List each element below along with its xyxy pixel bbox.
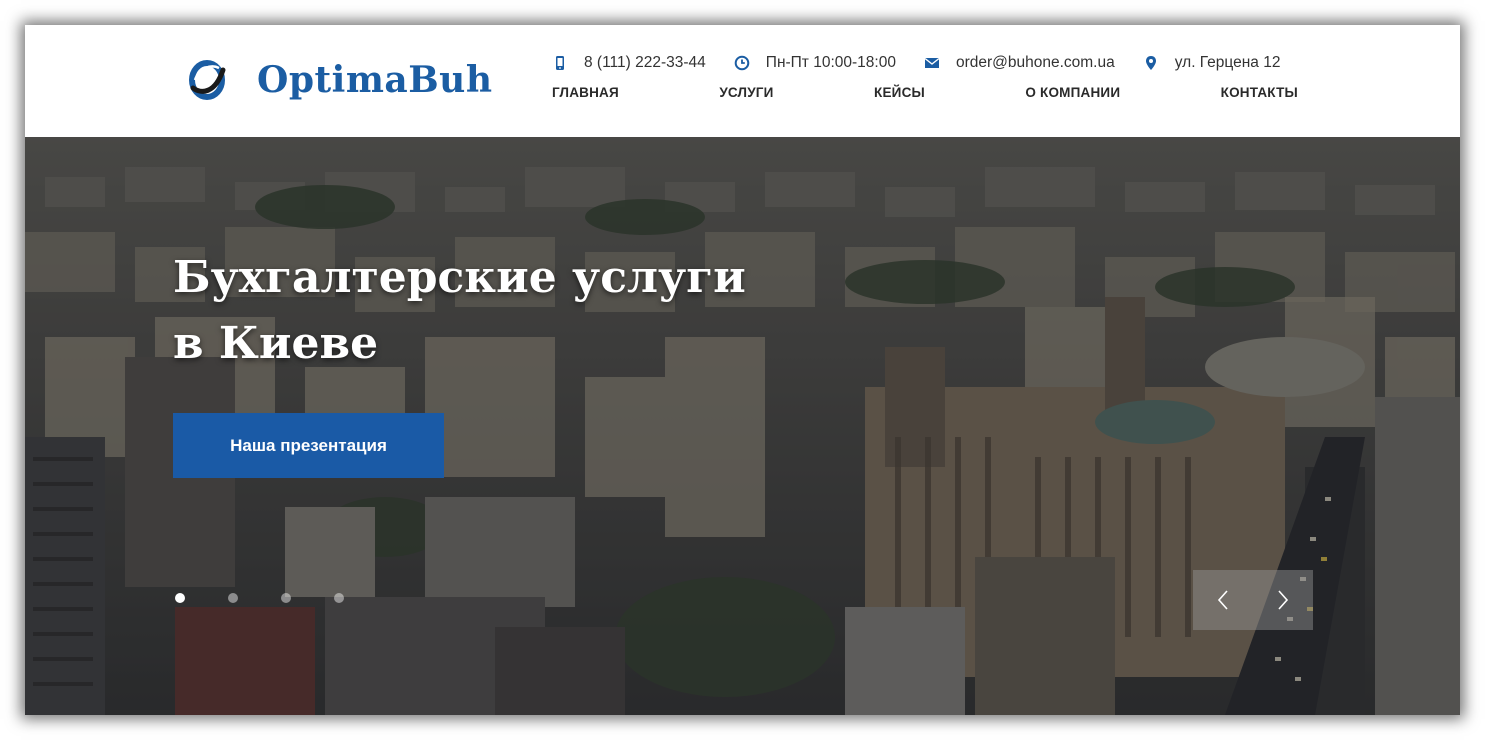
page-frame: OptimaBuh 8 (111) 222-33-44 Пн-Пт 10:00-…	[25, 25, 1460, 715]
slider-dot-4[interactable]	[334, 593, 344, 603]
address-contact[interactable]: ул. Герцена 12	[1143, 54, 1281, 72]
address-text: ул. Герцена 12	[1174, 54, 1281, 71]
hero-title-line-2: в Киеве	[173, 318, 379, 369]
hero-title-line-1: Бухгалтерские услуги	[173, 252, 746, 303]
ring-logo-icon	[189, 60, 226, 100]
main-nav: ГЛАВНАЯ УСЛУГИ КЕЙСЫ О КОМПАНИИ КОНТАКТЫ	[552, 85, 1298, 100]
site-header: OptimaBuh 8 (111) 222-33-44 Пн-Пт 10:00-…	[25, 25, 1460, 137]
nav-item-contacts[interactable]: КОНТАКТЫ	[1221, 85, 1298, 100]
map-pin-icon	[1145, 56, 1156, 70]
clock-icon	[734, 55, 750, 71]
nav-item-cases[interactable]: КЕЙСЫ	[874, 85, 925, 100]
hours-contact: Пн-Пт 10:00-18:00	[734, 54, 896, 72]
logo[interactable]: OptimaBuh	[185, 55, 493, 105]
nav-item-services[interactable]: УСЛУГИ	[719, 85, 773, 100]
slider-arrows	[1193, 570, 1313, 630]
brand-name: OptimaBuh	[257, 59, 493, 101]
slider-dot-2[interactable]	[228, 593, 238, 603]
hours-text: Пн-Пт 10:00-18:00	[765, 54, 896, 71]
slider-dot-1[interactable]	[175, 593, 185, 603]
phone-text: 8 (111) 222-33-44	[584, 54, 706, 71]
chevron-left-icon	[1217, 590, 1228, 610]
hero-slider: Бухгалтерские услуги в Киеве Наша презен…	[25, 137, 1460, 715]
phone-icon	[556, 56, 564, 70]
hero-title: Бухгалтерские услуги в Киеве	[173, 245, 793, 377]
slider-dots	[175, 593, 387, 603]
chevron-right-icon	[1278, 590, 1289, 610]
prev-slide-button[interactable]	[1193, 570, 1253, 630]
contact-bar: 8 (111) 222-33-44 Пн-Пт 10:00-18:00 orde…	[552, 52, 1280, 74]
slider-dot-3[interactable]	[281, 593, 291, 603]
presentation-button[interactable]: Наша презентация	[173, 413, 444, 478]
nav-item-home[interactable]: ГЛАВНАЯ	[552, 85, 619, 100]
email-contact[interactable]: order@buhone.com.ua	[924, 54, 1115, 72]
phone-contact[interactable]: 8 (111) 222-33-44	[552, 54, 706, 72]
next-slide-button[interactable]	[1253, 570, 1313, 630]
envelope-icon	[924, 57, 940, 68]
email-text: order@buhone.com.ua	[955, 54, 1115, 71]
nav-item-about[interactable]: О КОМПАНИИ	[1025, 85, 1120, 100]
